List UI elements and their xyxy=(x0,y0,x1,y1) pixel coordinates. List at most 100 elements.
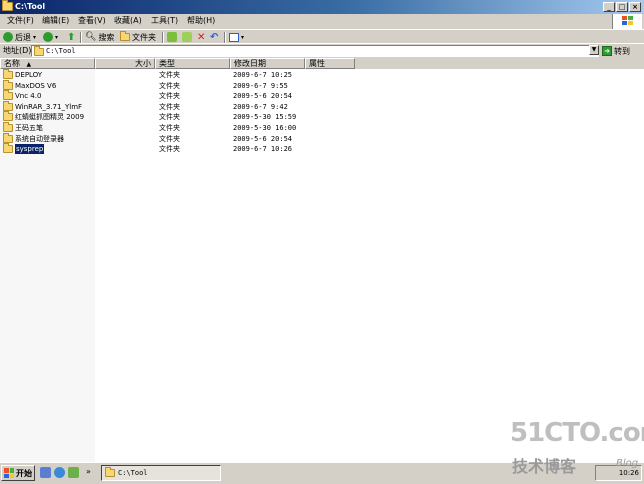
column-header-attributes[interactable]: 属性 xyxy=(305,58,355,69)
file-type: 文件夹 xyxy=(159,81,180,90)
taskbar-window-button[interactable]: C:\Tool xyxy=(101,465,221,481)
chevron-right-icon[interactable]: » xyxy=(86,467,91,476)
folder-icon xyxy=(120,31,130,41)
search-button[interactable]: 🔍︎ 搜索 xyxy=(85,31,114,43)
table-row[interactable]: WinRAR_3.71_YlmF 文件夹 2009-6-7 9:42 xyxy=(0,100,644,113)
toolbar-separator xyxy=(162,32,164,43)
menu-edit[interactable]: 编辑(E) xyxy=(39,15,72,27)
undo-icon: ↶ xyxy=(210,31,219,43)
undo-button[interactable]: ↶ xyxy=(210,31,218,43)
views-button[interactable]: ▾ xyxy=(229,31,244,43)
windows-flag-icon xyxy=(4,468,14,478)
start-button[interactable]: 开始 xyxy=(1,465,35,481)
file-list[interactable]: 名称 ▲ 大小 类型 修改日期 属性 DEPLOY 文件夹 2009-6-7 10:… xyxy=(0,58,644,462)
vmware-icon[interactable] xyxy=(68,467,79,478)
folder-icon xyxy=(3,111,13,122)
folders-button[interactable]: 文件夹 xyxy=(120,31,156,43)
chevron-down-icon: ▾ xyxy=(33,33,37,41)
watermark-site: 51CTO.com xyxy=(510,418,644,448)
table-row[interactable]: DEPLOY 文件夹 2009-6-7 10:25 xyxy=(0,69,644,81)
file-type: 文件夹 xyxy=(159,71,180,79)
menu-help[interactable]: 帮助(H) xyxy=(184,15,218,27)
back-label: 后退 xyxy=(15,32,31,42)
file-name-cell: sysprep xyxy=(3,143,45,155)
close-button[interactable]: × xyxy=(629,2,641,12)
menu-view[interactable]: 查看(V) xyxy=(75,15,109,27)
file-type: 文件夹 xyxy=(159,134,180,143)
maximize-button[interactable]: □ xyxy=(616,2,628,12)
clock[interactable]: 10:26 xyxy=(619,469,639,477)
internet-explorer-icon[interactable] xyxy=(54,467,65,478)
file-name-cell: 王码五笔 xyxy=(3,122,43,133)
menu-tools[interactable]: 工具(T) xyxy=(148,15,181,27)
search-icon: 🔍︎ xyxy=(85,32,97,42)
windows-logo xyxy=(612,14,642,30)
table-row[interactable]: 红蜻蜓抓图精灵 2009 文件夹 2009-5-30 15:59 xyxy=(0,111,644,123)
go-label: 转到 xyxy=(614,46,630,56)
table-row[interactable]: Vnc 4.0 文件夹 2009-5-6 20:54 xyxy=(0,90,644,102)
forward-arrow-icon xyxy=(43,32,53,42)
table-row[interactable]: sysprep 文件夹 2009-6-7 10:26 xyxy=(0,143,644,155)
delete-button[interactable]: ✕ xyxy=(197,31,205,43)
column-header-name[interactable]: 名称 ▲ xyxy=(0,58,95,69)
file-modified: 2009-6-7 9:55 xyxy=(233,81,288,90)
views-icon xyxy=(229,32,239,42)
toolbar-separator xyxy=(80,32,82,43)
copy-to-button[interactable] xyxy=(182,31,192,43)
file-modified: 2009-5-6 20:54 xyxy=(233,92,293,101)
file-name: 系统自动登录器 xyxy=(15,134,64,143)
move-to-icon xyxy=(167,32,177,42)
move-to-button[interactable] xyxy=(167,31,177,43)
folder-icon xyxy=(3,79,13,90)
folder-icon xyxy=(2,0,13,11)
up-button[interactable]: ⬆ xyxy=(67,31,75,43)
back-button[interactable]: 后退 ▾ xyxy=(3,31,36,43)
column-header-modified[interactable]: 修改日期 xyxy=(230,58,305,69)
title-bar[interactable]: C:\Tool _ □ × xyxy=(0,0,644,14)
file-type: 文件夹 xyxy=(159,145,180,154)
window-title: C:\Tool xyxy=(15,2,46,11)
address-input[interactable]: C:\Tool xyxy=(31,45,599,57)
column-header-size[interactable]: 大小 xyxy=(95,58,155,69)
address-dropdown-button[interactable]: ▼ xyxy=(589,45,599,55)
file-type: 文件夹 xyxy=(159,102,180,111)
address-bar: 地址(D) C:\Tool ▼ ➜ 转到 xyxy=(0,43,644,57)
folder-icon xyxy=(3,69,13,79)
explorer-window: C:\Tool _ □ × 文件(F) 编辑(E) 查看(V) 收藏(A) 工具… xyxy=(0,0,644,462)
file-name-cell: 红蜻蜓抓图精灵 2009 xyxy=(3,111,84,122)
file-name-cell: DEPLOY xyxy=(3,69,43,80)
folder-icon xyxy=(3,132,13,143)
table-row[interactable]: 系统自动登录器 文件夹 2009-5-6 20:54 xyxy=(0,132,644,145)
file-type: 文件夹 xyxy=(159,113,180,122)
watermark-cn: 技术博客 xyxy=(512,457,577,476)
chevron-down-icon: ▾ xyxy=(55,33,59,41)
forward-button[interactable]: ▾ xyxy=(43,31,58,43)
table-row[interactable]: MaxDOS V6 文件夹 2009-6-7 9:55 xyxy=(0,79,644,92)
file-name: 王码五笔 xyxy=(15,124,43,132)
file-modified: 2009-6-7 9:42 xyxy=(233,102,288,111)
copy-to-icon xyxy=(182,32,192,42)
file-name: sysprep xyxy=(15,144,45,155)
file-name-cell: MaxDOS V6 xyxy=(3,79,57,91)
go-button[interactable]: ➜ 转到 xyxy=(602,45,630,57)
file-name: DEPLOY xyxy=(15,71,43,79)
back-arrow-icon xyxy=(3,32,13,42)
file-type: 文件夹 xyxy=(159,124,180,132)
table-row[interactable]: 王码五笔 文件夹 2009-5-30 16:00 xyxy=(0,122,644,134)
folder-icon xyxy=(3,90,13,101)
column-header-type[interactable]: 类型 xyxy=(155,58,230,69)
folder-icon xyxy=(3,122,13,132)
folder-icon xyxy=(3,143,13,154)
file-type: 文件夹 xyxy=(159,92,180,101)
list-header: 名称 ▲ 大小 类型 修改日期 属性 xyxy=(0,58,644,69)
go-arrow-icon: ➜ xyxy=(602,46,612,56)
file-modified: 2009-6-7 10:26 xyxy=(233,145,293,154)
watermark-blog: Blog xyxy=(616,458,639,469)
show-desktop-icon[interactable] xyxy=(40,467,51,478)
toolbar-separator xyxy=(224,32,226,43)
menu-file[interactable]: 文件(F) xyxy=(4,15,37,27)
file-modified: 2009-6-7 10:25 xyxy=(233,71,293,79)
menu-favorites[interactable]: 收藏(A) xyxy=(111,15,145,27)
file-name: MaxDOS V6 xyxy=(15,81,57,90)
minimize-button[interactable]: _ xyxy=(603,2,615,12)
